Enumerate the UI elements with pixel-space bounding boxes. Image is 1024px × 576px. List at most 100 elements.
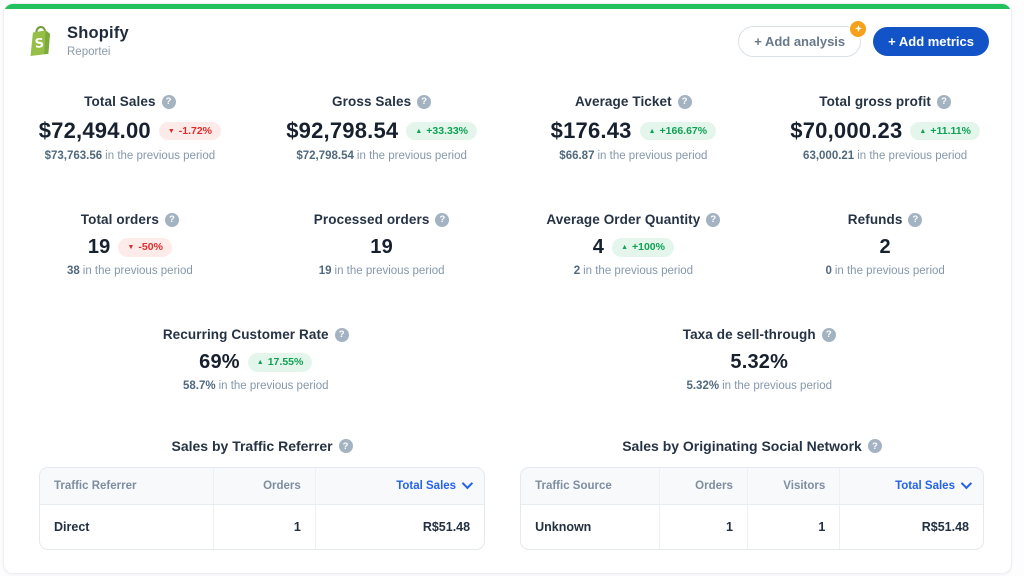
column-header-sortable[interactable]: Total Sales [315, 468, 484, 505]
svg-text:S: S [34, 36, 45, 52]
help-icon[interactable] [937, 95, 951, 109]
column-header: Traffic Source [521, 468, 660, 505]
metric-value: 19 [370, 236, 393, 259]
column-header: Traffic Referrer [40, 468, 213, 505]
metrics-row-2: Total orders 19 -50% 38in the previous p… [4, 212, 1011, 277]
metric-total-gross-profit: Total gross profit $70,000.23 +11.11% 63… [759, 94, 1011, 162]
metric-average-ticket: Average Ticket $176.43 +166.67% $66.87in… [508, 94, 760, 162]
trend-up-icon [257, 359, 264, 366]
trend-up-icon [621, 244, 628, 251]
trend-badge: -1.72% [159, 122, 221, 141]
table-header-row: Traffic Source Orders Visitors Total Sal… [521, 468, 983, 505]
header: S Shopify Reportei + Add analysis + Add … [4, 9, 1011, 58]
cell-total-sales: R$51.48 [315, 505, 484, 550]
previous-period: 58.7%in the previous period [4, 380, 508, 392]
metric-label: Recurring Customer Rate [163, 327, 329, 342]
add-metrics-label: + Add metrics [888, 35, 974, 48]
trend-value: +11.11% [930, 126, 971, 137]
metric-label: Total orders [81, 212, 159, 227]
metric-label: Taxa de sell-through [683, 327, 816, 342]
metric-value: $72,494.00 [39, 118, 151, 144]
metric-total-orders: Total orders 19 -50% 38in the previous p… [4, 212, 256, 277]
column-header: Visitors [747, 468, 839, 505]
metric-value: $176.43 [551, 118, 632, 144]
help-icon[interactable] [339, 439, 353, 453]
metric-refunds: Refunds 2 0in the previous period [759, 212, 1011, 277]
metric-label: Average Order Quantity [546, 212, 700, 227]
tables-row: Sales by Traffic Referrer Traffic Referr… [4, 438, 1011, 550]
report-card: S Shopify Reportei + Add analysis + Add … [3, 3, 1012, 574]
metric-value: 2 [879, 236, 890, 259]
previous-period: $72,798.54in the previous period [256, 150, 508, 162]
metric-value: 4 [593, 236, 604, 259]
previous-period: $66.87in the previous period [508, 150, 760, 162]
column-header-sortable[interactable]: Total Sales [840, 468, 983, 505]
metric-label: Refunds [848, 212, 903, 227]
table-row: Unknown 1 1 R$51.48 [521, 505, 983, 550]
metric-value: 19 [88, 236, 111, 259]
metrics-row-3: Recurring Customer Rate 69% 17.55% 58.7%… [4, 327, 1011, 392]
metric-label: Total gross profit [819, 94, 931, 109]
trend-value: +100% [632, 242, 665, 253]
metric-value: 69% [199, 351, 240, 374]
table-header-row: Traffic Referrer Orders Total Sales [40, 468, 484, 505]
trend-badge: +100% [612, 238, 674, 257]
metric-label: Average Ticket [575, 94, 672, 109]
help-icon[interactable] [868, 439, 882, 453]
metric-recurring-customer-rate: Recurring Customer Rate 69% 17.55% 58.7%… [4, 327, 508, 392]
column-header: Orders [660, 468, 748, 505]
trend-value: -1.72% [179, 126, 212, 137]
cell-total-sales: R$51.48 [840, 505, 983, 550]
previous-period: 63,000.21in the previous period [759, 150, 1011, 162]
help-icon[interactable] [335, 328, 349, 342]
page-subtitle: Reportei [67, 46, 129, 58]
help-icon[interactable] [165, 213, 179, 227]
metric-value: $70,000.23 [790, 118, 902, 144]
table: Traffic Referrer Orders Total Sales Dire… [39, 467, 485, 550]
trend-up-icon [919, 128, 926, 135]
cell-visitors: 1 [747, 505, 839, 550]
table-sales-by-social-network: Sales by Originating Social Network Traf… [520, 438, 984, 550]
metric-label: Total Sales [84, 94, 155, 109]
add-metrics-button[interactable]: + Add metrics [873, 27, 989, 56]
brand-text: Shopify Reportei [67, 24, 129, 58]
table-title: Sales by Originating Social Network [520, 438, 984, 454]
column-header: Orders [213, 468, 315, 505]
trend-badge: +11.11% [910, 122, 980, 141]
help-icon[interactable] [706, 213, 720, 227]
table: Traffic Source Orders Visitors Total Sal… [520, 467, 984, 550]
help-icon[interactable] [162, 95, 176, 109]
cell-orders: 1 [660, 505, 748, 550]
chevron-down-icon [961, 478, 972, 489]
cell-traffic-referrer: Direct [40, 505, 213, 550]
metric-total-sales: Total Sales $72,494.00 -1.72% $73,763.56… [4, 94, 256, 162]
add-analysis-button[interactable]: + Add analysis [738, 26, 861, 57]
previous-period: 19in the previous period [256, 265, 508, 277]
trend-down-icon [168, 128, 175, 135]
previous-period: 38in the previous period [4, 265, 256, 277]
trend-value: +166.67% [660, 126, 708, 137]
trend-badge: +33.33% [406, 122, 477, 141]
trend-up-icon [649, 128, 656, 135]
cell-traffic-source: Unknown [521, 505, 660, 550]
add-analysis-label: + Add analysis [754, 35, 845, 48]
trend-badge: +166.67% [640, 122, 717, 141]
shopify-bag-icon: S [26, 25, 56, 58]
previous-period: $73,763.56in the previous period [4, 150, 256, 162]
help-icon[interactable] [822, 328, 836, 342]
help-icon[interactable] [435, 213, 449, 227]
help-icon[interactable] [417, 95, 431, 109]
trend-badge: -50% [118, 238, 171, 257]
metric-value: 5.32% [730, 351, 788, 374]
table-title: Sales by Traffic Referrer [39, 438, 485, 454]
metric-average-order-quantity: Average Order Quantity 4 +100% 2in the p… [508, 212, 760, 277]
help-icon[interactable] [908, 213, 922, 227]
help-icon[interactable] [678, 95, 692, 109]
trend-value: +33.33% [426, 126, 468, 137]
metric-label: Gross Sales [332, 94, 411, 109]
metric-processed-orders: Processed orders 19 19in the previous pe… [256, 212, 508, 277]
trend-value: 17.55% [268, 357, 304, 368]
metric-value: $92,798.54 [286, 118, 398, 144]
metrics-row-1: Total Sales $72,494.00 -1.72% $73,763.56… [4, 94, 1011, 162]
metric-sell-through-rate: Taxa de sell-through 5.32% 5.32%in the p… [508, 327, 1012, 392]
